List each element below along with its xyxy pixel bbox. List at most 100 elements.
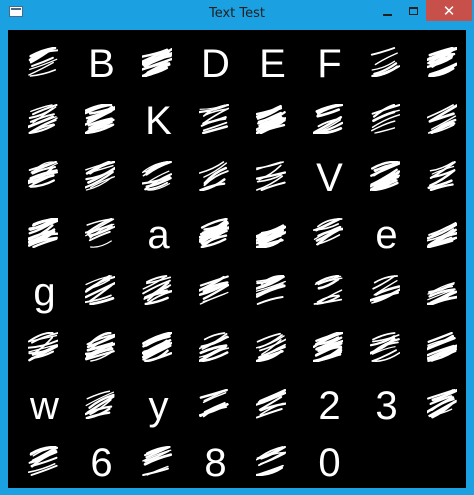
scribble-glyph bbox=[142, 446, 172, 476]
close-button[interactable]: ✕ bbox=[426, 0, 472, 21]
glyph-cell bbox=[130, 265, 187, 322]
maximize-button[interactable] bbox=[400, 0, 426, 21]
glyph-cell bbox=[415, 151, 466, 208]
glyph-cell bbox=[358, 265, 415, 322]
scribble-glyph bbox=[256, 332, 286, 362]
glyph-cell bbox=[244, 151, 301, 208]
glyph-cell bbox=[16, 208, 73, 265]
glyph-cell bbox=[16, 94, 73, 151]
glyph-cell: w bbox=[16, 379, 73, 436]
glyph-cell bbox=[187, 151, 244, 208]
glyph-cell bbox=[16, 151, 73, 208]
glyph-grid: B DEF K Va e g w y 23 6 8 0 bbox=[16, 37, 466, 488]
scribble-glyph bbox=[85, 332, 115, 362]
scribble-glyph bbox=[199, 275, 229, 305]
scribble-glyph bbox=[199, 332, 229, 362]
glyph-char: a bbox=[147, 213, 170, 257]
glyph-cell bbox=[244, 379, 301, 436]
glyph-cell bbox=[358, 94, 415, 151]
scribble-glyph bbox=[313, 332, 343, 362]
scribble-glyph bbox=[28, 104, 58, 134]
glyph-cell bbox=[130, 151, 187, 208]
scribble-glyph bbox=[199, 218, 229, 248]
scribble-glyph bbox=[256, 446, 286, 476]
glyph-cell: D bbox=[187, 37, 244, 94]
glyph-cell: e bbox=[358, 208, 415, 265]
glyph-cell bbox=[358, 322, 415, 379]
glyph-cell bbox=[130, 436, 187, 488]
scribble-glyph bbox=[427, 47, 457, 77]
glyph-cell: g bbox=[16, 265, 73, 322]
glyph-cell: 6 bbox=[73, 436, 130, 488]
scribble-glyph bbox=[28, 218, 58, 248]
scribble-glyph bbox=[371, 104, 400, 134]
glyph-cell bbox=[301, 208, 358, 265]
scribble-glyph bbox=[142, 161, 172, 191]
glyph-cell bbox=[244, 322, 301, 379]
glyph-cell bbox=[358, 37, 415, 94]
glyph-char: 8 bbox=[204, 441, 227, 485]
scribble-glyph bbox=[370, 275, 400, 304]
glyph-cell bbox=[244, 208, 301, 265]
scribble-glyph bbox=[28, 332, 58, 362]
glyph-cell bbox=[415, 37, 466, 94]
scribble-glyph bbox=[256, 389, 286, 419]
scribble-glyph bbox=[427, 389, 457, 419]
glyph-cell: V bbox=[301, 151, 358, 208]
scribble-glyph bbox=[28, 446, 58, 476]
glyph-char: 2 bbox=[318, 384, 341, 428]
glyph-cell: 0 bbox=[301, 436, 358, 488]
scribble-glyph bbox=[313, 275, 343, 305]
scribble-glyph bbox=[85, 275, 115, 305]
glyph-char: 6 bbox=[90, 441, 113, 485]
scribble-glyph bbox=[142, 48, 172, 77]
minimize-button[interactable] bbox=[374, 0, 400, 21]
glyph-cell bbox=[130, 322, 187, 379]
glyph-char: F bbox=[317, 42, 342, 86]
maximize-icon bbox=[408, 6, 418, 15]
scribble-glyph bbox=[313, 218, 343, 246]
scribble-glyph bbox=[85, 218, 115, 248]
app-window: Text Test ✕ B DEF K Va e g w y 23 6 8 0 bbox=[0, 0, 474, 495]
glyph-cell bbox=[73, 322, 130, 379]
scribble-glyph bbox=[427, 282, 457, 305]
glyph-char: V bbox=[316, 156, 343, 200]
glyph-cell: y bbox=[130, 379, 187, 436]
scribble-glyph bbox=[370, 47, 400, 77]
scribble-glyph bbox=[256, 224, 286, 248]
glyph-cell: B bbox=[73, 37, 130, 94]
glyph-cell bbox=[415, 379, 466, 436]
glyph-cell: 3 bbox=[358, 379, 415, 436]
glyph-cell bbox=[244, 265, 301, 322]
glyph-canvas: B DEF K Va e g w y 23 6 8 0 bbox=[8, 30, 466, 488]
glyph-char: 0 bbox=[318, 441, 341, 485]
glyph-cell bbox=[415, 94, 466, 151]
scribble-glyph bbox=[313, 104, 343, 134]
scribble-glyph bbox=[256, 104, 286, 134]
glyph-cell bbox=[415, 208, 466, 265]
glyph-char: 3 bbox=[375, 384, 398, 428]
glyph-char: y bbox=[148, 384, 169, 428]
scribble-glyph bbox=[199, 104, 229, 134]
glyph-cell bbox=[73, 151, 130, 208]
title-bar[interactable]: Text Test ✕ bbox=[0, 0, 474, 30]
scribble-glyph bbox=[85, 104, 115, 134]
minimize-icon bbox=[382, 13, 392, 16]
glyph-cell bbox=[187, 379, 244, 436]
glyph-cell bbox=[301, 322, 358, 379]
scribble-glyph bbox=[142, 275, 172, 305]
glyph-cell bbox=[187, 208, 244, 265]
glyph-cell bbox=[244, 94, 301, 151]
glyph-cell bbox=[415, 265, 466, 322]
glyph-cell bbox=[16, 37, 73, 94]
glyph-cell: 2 bbox=[301, 379, 358, 436]
scribble-glyph bbox=[256, 275, 286, 305]
glyph-cell bbox=[187, 94, 244, 151]
scribble-glyph bbox=[199, 161, 229, 191]
glyph-cell: a bbox=[130, 208, 187, 265]
glyph-char: g bbox=[33, 270, 56, 314]
glyph-char: e bbox=[375, 213, 398, 257]
glyph-cell bbox=[358, 151, 415, 208]
glyph-cell bbox=[73, 379, 130, 436]
glyph-cell: 8 bbox=[187, 436, 244, 488]
